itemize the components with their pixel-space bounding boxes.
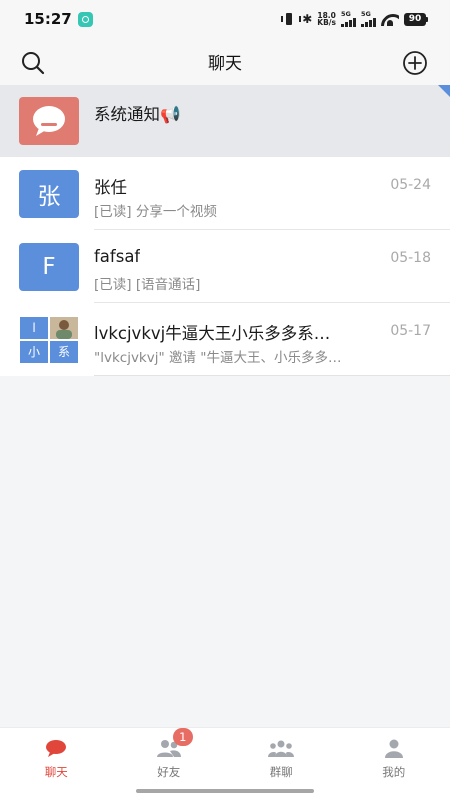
chat-item-fafsaf[interactable]: F fafsaf [已读] [语音通话] 05-18: [0, 230, 450, 303]
add-button[interactable]: [402, 50, 428, 76]
group-avatar: l 小 系: [19, 315, 79, 364]
chat-name: fafsaf: [94, 247, 141, 266]
group-icon: [268, 740, 295, 757]
chat-name: 张任: [94, 178, 127, 197]
chat-date: 05-24: [390, 177, 431, 193]
profile-icon: [384, 739, 403, 758]
chat-item-system-notice[interactable]: 系统通知📢: [0, 85, 450, 157]
chat-date: 05-18: [390, 250, 431, 266]
pinned-corner-mark: [438, 85, 450, 97]
tab-label: 聊天: [44, 765, 68, 779]
chat-item-zhangren[interactable]: 张 张任 [已读] 分享一个视频 05-24: [0, 157, 450, 230]
chat-bubble-icon: [46, 740, 67, 757]
home-indicator[interactable]: [136, 789, 314, 793]
search-icon: [22, 52, 45, 75]
app-notification-icon: [77, 11, 93, 27]
tab-label: 群聊: [269, 765, 293, 779]
search-button[interactable]: [20, 50, 46, 76]
signal-sim1: 5G: [341, 11, 356, 27]
tab-label: 我的: [382, 765, 406, 779]
signal-bars-icon: [341, 18, 356, 27]
chat-item-group[interactable]: l 小 系 lvkcjvkvj牛逼大王小乐多多系… "lvkcjvkvj" 邀请…: [0, 303, 450, 376]
avatar: F: [19, 242, 79, 291]
group-member-photo: [50, 316, 78, 339]
network-speed-unit: KB/s: [317, 18, 336, 27]
last-message: [已读] 分享一个视频: [94, 204, 217, 220]
friends-badge: 1: [172, 728, 193, 746]
vibrate-icon: [281, 13, 302, 25]
add-circle-icon: [403, 51, 427, 75]
status-bar: 15:27 ✱ 18.0 KB/s 5G 5G 90: [0, 0, 450, 38]
battery-icon: 90: [404, 12, 428, 26]
chat-date: 05-17: [390, 323, 431, 339]
chat-name: 系统通知📢: [94, 104, 181, 124]
group-avatar-cell: l: [20, 316, 48, 339]
avatar: 张: [19, 169, 79, 218]
battery-level: 90: [404, 12, 426, 26]
last-message: [已读] [语音通话]: [94, 277, 201, 293]
chat-page: 15:27 ✱ 18.0 KB/s 5G 5G 90 聊天 系统通知📢 张 张任…: [0, 0, 450, 800]
signal-sim2: 5G: [361, 11, 376, 27]
chat-list: 系统通知📢 张 张任 [已读] 分享一个视频 05-24 F fafsaf [已…: [0, 85, 450, 376]
group-avatar-cell: 小: [20, 340, 48, 363]
sim2-label: 5G: [361, 10, 371, 18]
network-speed: 18.0 KB/s: [317, 12, 336, 27]
signal-bars-icon: [361, 18, 376, 27]
top-bar: 聊天: [0, 38, 450, 85]
wifi-icon: [381, 12, 399, 26]
group-avatar-cell: 系: [50, 340, 78, 363]
tab-label: 好友: [157, 765, 181, 779]
sim1-label: 5G: [341, 10, 351, 18]
status-indicators: ✱ 18.0 KB/s 5G 5G 90: [281, 11, 428, 27]
system-notice-icon: [19, 97, 79, 145]
chat-name: lvkcjvkvj牛逼大王小乐多多系…: [94, 324, 331, 343]
page-title: 聊天: [208, 54, 242, 74]
tab-profile[interactable]: 我的: [338, 728, 450, 800]
bluetooth-icon: ✱: [302, 12, 313, 26]
tab-chat[interactable]: 聊天: [0, 728, 113, 800]
last-message: "lvkcjvkvj" 邀请 "牛逼大王、小乐多多…: [94, 350, 342, 366]
status-time: 15:27: [24, 10, 72, 28]
